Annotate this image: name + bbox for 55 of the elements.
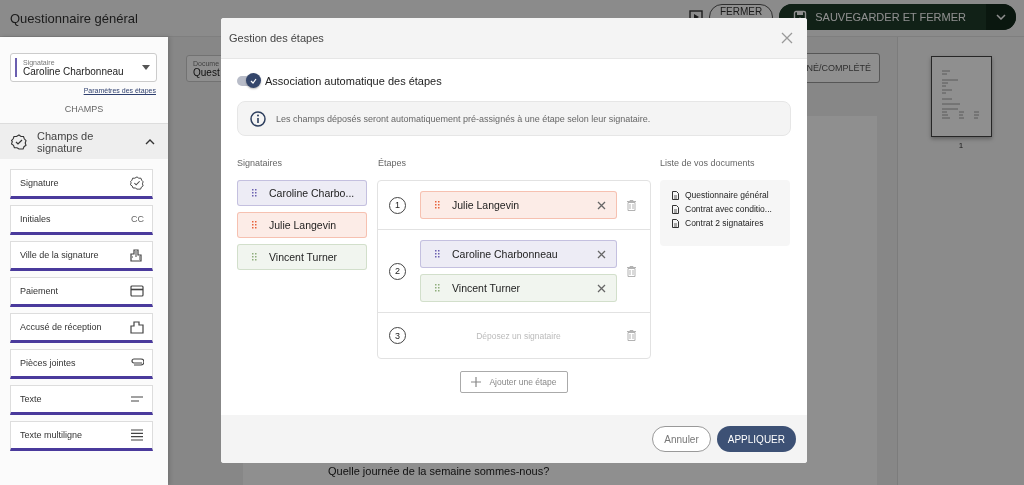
apply-button[interactable]: APPLIQUER: [716, 426, 796, 452]
badge-check-icon: [11, 133, 27, 150]
field-item[interactable]: Ville de la signature: [10, 241, 153, 271]
document-name[interactable]: Questionnaire général: [685, 190, 769, 200]
drop-zone-hint: Déposez un signataire: [475, 330, 562, 341]
field-item[interactable]: Accusé de réception: [10, 313, 153, 343]
dialog-title: Gestion des étapes: [229, 32, 324, 44]
signer-chip[interactable]: Caroline Charbo...: [237, 180, 367, 206]
remove-icon[interactable]: [597, 249, 606, 259]
paperclip-icon: [130, 358, 144, 368]
dropdown-caret-icon: [142, 65, 150, 70]
text-lines-icon: [130, 395, 144, 403]
toggle-switch[interactable]: [237, 76, 259, 86]
tray-icon: [130, 320, 144, 334]
plus-icon: [471, 377, 482, 387]
document-name[interactable]: Contrat 2 signataires: [685, 218, 764, 228]
field-item[interactable]: Paiement: [10, 277, 153, 307]
signer-chip[interactable]: Vincent Turner: [237, 244, 367, 270]
document-icon: [672, 190, 679, 200]
column-heading: Étapes: [378, 158, 407, 170]
badge-check-icon: [130, 176, 144, 190]
close-icon[interactable]: [781, 32, 793, 44]
remove-icon[interactable]: [597, 200, 606, 210]
document-icon: [672, 218, 679, 228]
page-thumbnail[interactable]: [930, 56, 992, 137]
signer-chip[interactable]: Caroline Charbonneau: [420, 240, 617, 268]
group-header[interactable]: Champs de signature: [0, 124, 168, 159]
text-lines-icon: [130, 429, 144, 441]
info-icon: [250, 110, 266, 127]
document-icon: [672, 204, 679, 214]
chevron-down-icon: [996, 14, 1006, 20]
buildings-icon: [130, 248, 144, 262]
field-item[interactable]: Texte: [10, 385, 153, 415]
field-item[interactable]: Initiales CC: [10, 205, 153, 235]
card-icon: [130, 285, 144, 297]
add-step-button[interactable]: Ajouter une étape: [460, 371, 568, 393]
column-heading: Liste de vos documents: [660, 158, 756, 170]
cancel-button[interactable]: Annuler: [652, 426, 711, 452]
field-item[interactable]: Pièces jointes: [10, 349, 153, 379]
question-text: Quelle journée de la semaine sommes-nous?: [328, 465, 550, 477]
toggle-label: Association automatique des étapes: [265, 75, 442, 87]
page-number: 1: [958, 141, 964, 150]
signer-chip[interactable]: Julie Langevin: [420, 191, 617, 219]
info-text: Les champs déposés seront automatiquement pré-assignés à une étape selon leur signataire.: [276, 113, 651, 124]
signer-chip[interactable]: Vincent Turner: [420, 274, 617, 302]
field-item[interactable]: Texte multiligne: [10, 421, 153, 451]
remove-icon[interactable]: [597, 283, 606, 293]
document-name[interactable]: Contrat avec conditio...: [685, 204, 772, 214]
signer-chip[interactable]: Julie Langevin: [237, 212, 367, 238]
check-icon: [250, 77, 257, 84]
save-menu-button[interactable]: [986, 4, 1016, 30]
document-title: Questionnaire général: [10, 10, 138, 26]
column-heading: Signataires: [237, 158, 284, 170]
initials-label: CC: [131, 214, 144, 224]
field-item[interactable]: Signature: [10, 169, 153, 199]
